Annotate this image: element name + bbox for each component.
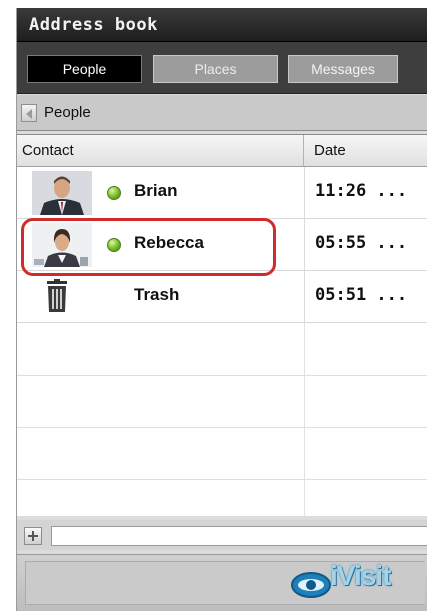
tab-people[interactable]: People (27, 55, 142, 83)
contact-row-brian[interactable]: Brian 11:26 ... (17, 167, 427, 219)
trash-icon (47, 279, 67, 312)
contact-name: Rebecca (134, 233, 204, 252)
contact-row-trash[interactable]: Trash 05:51 ... (17, 271, 427, 323)
contact-name: Trash (134, 285, 180, 304)
breadcrumb: People (17, 95, 427, 131)
back-button[interactable] (21, 104, 37, 122)
empty-row-line (17, 375, 427, 376)
logo-text: iVisit (330, 560, 391, 591)
column-divider (304, 271, 305, 322)
avatar (32, 223, 92, 267)
tab-places[interactable]: Places (153, 55, 278, 83)
add-button[interactable] (24, 527, 42, 545)
column-header-contact[interactable]: Contact (17, 135, 304, 167)
online-status-icon (107, 238, 121, 252)
contact-name-input[interactable] (51, 526, 427, 546)
empty-row-line (17, 479, 427, 480)
woman-avatar-icon (32, 223, 92, 267)
contact-name: Brian (134, 181, 178, 200)
column-header-date[interactable]: Date (304, 135, 427, 167)
footer: iVisit (17, 554, 427, 611)
chevron-left-icon (26, 109, 32, 119)
address-book-window: Address book People Places Messages Peop… (16, 8, 427, 611)
contacts-table: Contact Date Brian 11:26 ... Rebecca 05:… (17, 134, 427, 517)
title-bar[interactable]: Address book (17, 8, 427, 42)
contact-row-rebecca[interactable]: Rebecca 05:55 ... (17, 219, 427, 271)
contact-date: 05:55 ... (315, 233, 408, 253)
avatar (32, 171, 92, 215)
column-divider (304, 219, 305, 270)
empty-row-line (17, 427, 427, 428)
plus-icon (28, 531, 38, 541)
column-divider (304, 323, 305, 517)
table-header: Contact Date (17, 135, 427, 167)
man-avatar-icon (32, 171, 92, 215)
add-contact-bar (17, 520, 427, 550)
breadcrumb-label: People (44, 104, 91, 121)
window-title: Address book (29, 15, 158, 35)
contact-date: 05:51 ... (315, 285, 408, 305)
column-divider (304, 167, 305, 218)
tab-bar: People Places Messages (17, 42, 427, 94)
tab-messages[interactable]: Messages (288, 55, 398, 83)
online-status-icon (107, 186, 121, 200)
contact-date: 11:26 ... (315, 181, 408, 201)
